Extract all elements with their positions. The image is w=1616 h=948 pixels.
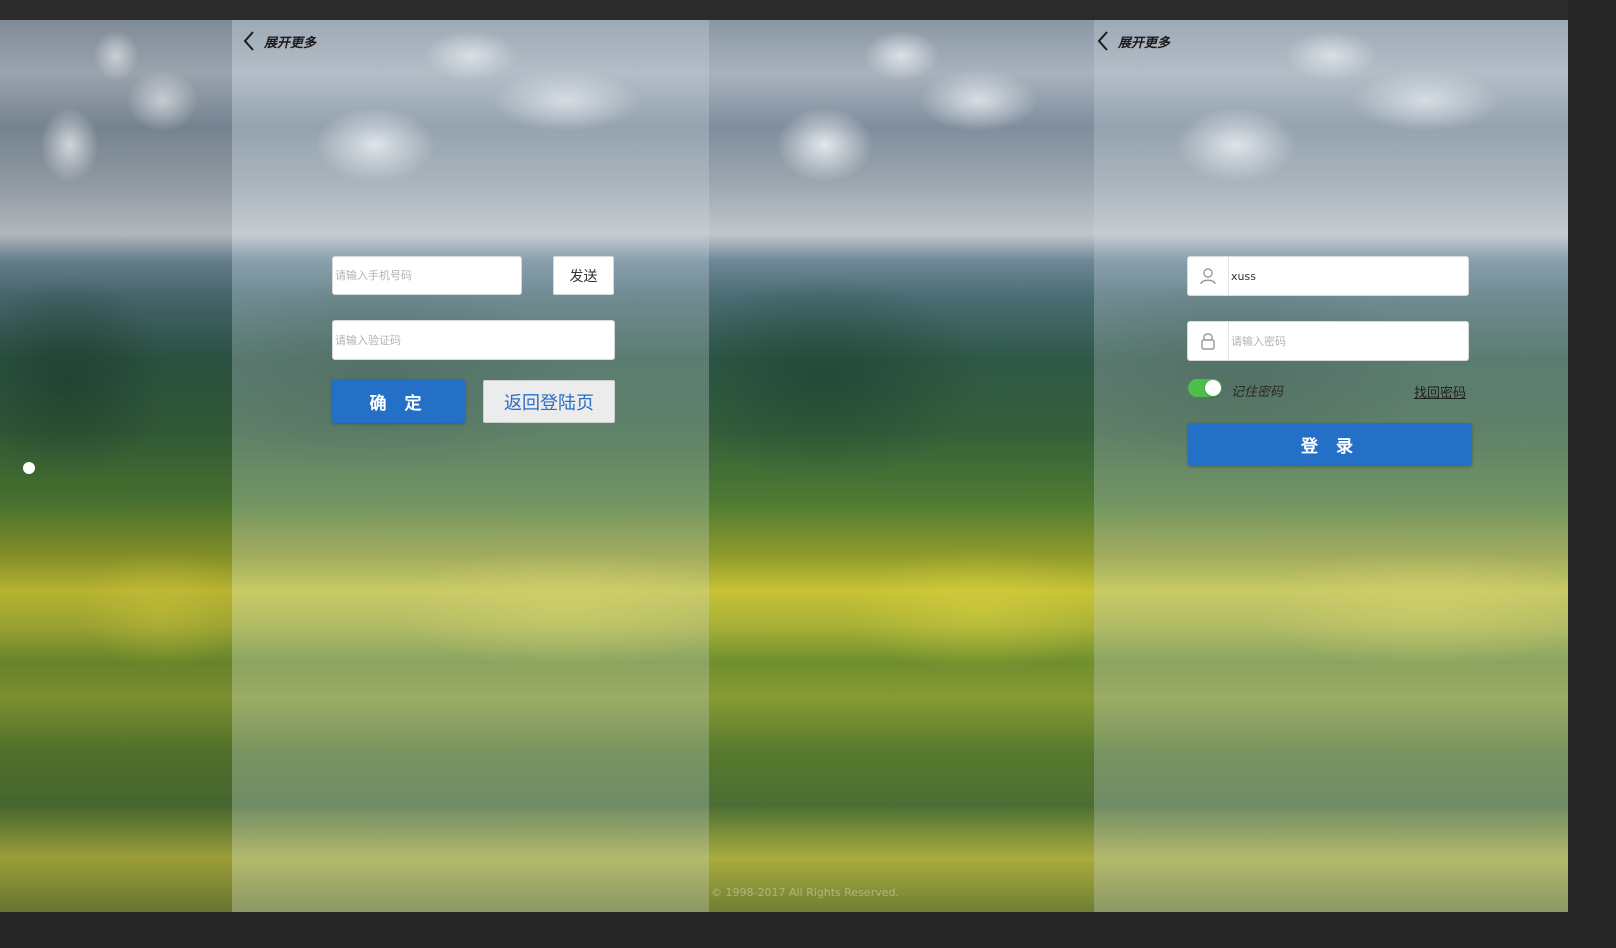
remember-password-label: 记住密码 xyxy=(1231,385,1284,400)
confirm-button-label: 确 定 xyxy=(369,394,428,414)
verification-code-input[interactable] xyxy=(333,321,614,359)
verify-panel-background xyxy=(232,20,709,912)
lock-icon xyxy=(1188,322,1229,360)
send-code-label: 发送 xyxy=(569,268,598,285)
carousel-dot[interactable] xyxy=(23,462,35,474)
remember-password-toggle[interactable] xyxy=(1188,379,1222,397)
editor-right-bar xyxy=(1568,0,1616,948)
back-link-label: 展开更多 xyxy=(1118,35,1171,51)
chevron-left-icon xyxy=(243,31,254,51)
chevron-left-icon xyxy=(1097,31,1108,51)
confirm-button[interactable]: 确 定 xyxy=(332,380,465,423)
code-input-box[interactable] xyxy=(332,320,615,360)
password-input[interactable] xyxy=(1229,322,1468,360)
back-link-label: 展开更多 xyxy=(264,35,317,51)
login-button[interactable]: 登 录 xyxy=(1188,423,1472,466)
back-link-left[interactable]: 展开更多 xyxy=(242,30,316,52)
return-login-button[interactable]: 返回登陆页 xyxy=(483,380,615,423)
copyright-text: © 1998-2017 All Rights Reserved. xyxy=(711,886,899,899)
phone-input-box[interactable] xyxy=(332,256,522,295)
background-landscape-middle xyxy=(709,20,1094,912)
user-icon xyxy=(1188,257,1229,295)
password-input-box[interactable] xyxy=(1187,321,1469,361)
login-button-label: 登 录 xyxy=(1301,437,1359,457)
design-canvas: 展开更多 发送 确 定 返回登陆页 © 1998-2017 All Rights… xyxy=(0,20,1568,912)
editor-bottom-bar xyxy=(0,912,1616,948)
username-input[interactable] xyxy=(1229,257,1468,295)
phone-input[interactable] xyxy=(333,257,521,294)
forgot-password-link[interactable]: 找回密码 xyxy=(1414,382,1466,401)
back-link-right[interactable]: 展开更多 xyxy=(1096,30,1170,52)
return-login-label: 返回登陆页 xyxy=(504,392,594,414)
toggle-knob xyxy=(1205,380,1221,396)
username-input-box[interactable] xyxy=(1187,256,1469,296)
login-panel-background xyxy=(1094,20,1568,912)
send-code-button[interactable]: 发送 xyxy=(553,256,614,295)
